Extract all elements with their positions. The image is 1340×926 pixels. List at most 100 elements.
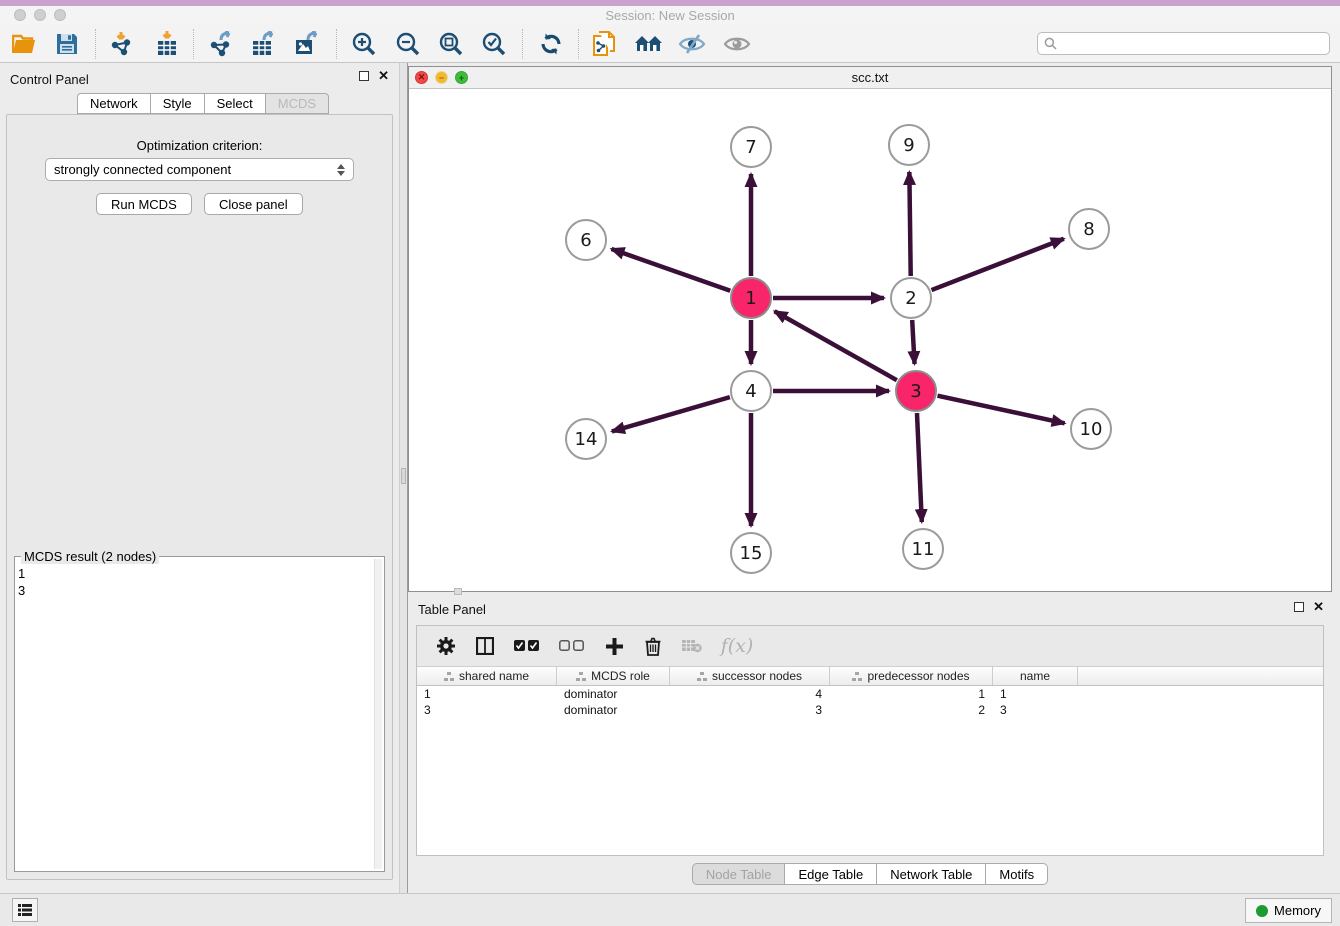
application-window: Session: New Session <box>0 0 1340 926</box>
table-row[interactable]: 3dominator323 <box>417 702 1323 718</box>
graph-node-9[interactable]: 9 <box>888 124 930 166</box>
toolbar-separator <box>522 29 523 59</box>
edge-1-6[interactable] <box>611 249 730 291</box>
search-icon <box>1044 37 1057 50</box>
vertical-splitter[interactable] <box>399 63 408 893</box>
select-all-checkboxes-icon[interactable] <box>513 635 541 657</box>
node-table: shared name MCDS role successor nodesprede… <box>417 667 1323 855</box>
table-cell[interactable]: 4 <box>670 686 830 702</box>
graph-node-7[interactable]: 7 <box>730 126 772 168</box>
network-window-titlebar[interactable]: ✕ − + scc.txt <box>409 67 1331 89</box>
table-cell[interactable]: 3 <box>417 702 557 718</box>
tab-style[interactable]: Style <box>151 93 205 114</box>
tab-node-table[interactable]: Node Table <box>692 863 786 885</box>
column-header-MCDS-role[interactable]: MCDS role <box>557 667 670 685</box>
table-cell[interactable]: 3 <box>993 702 1078 718</box>
horizontal-splitter-grip[interactable] <box>454 588 462 595</box>
table-cell[interactable]: 1 <box>417 686 557 702</box>
column-label: name <box>1020 669 1050 683</box>
column-header-successor-nodes[interactable]: successor nodes <box>670 667 830 685</box>
close-panel-button[interactable]: Close panel <box>204 193 303 215</box>
save-session-icon[interactable] <box>52 30 82 58</box>
window-title: Session: New Session <box>0 8 1340 23</box>
column-header-name[interactable]: name <box>993 667 1078 685</box>
edge-2-3[interactable] <box>912 320 914 364</box>
memory-button[interactable]: Memory <box>1245 898 1332 923</box>
tab-select[interactable]: Select <box>205 93 266 114</box>
export-image-icon[interactable] <box>292 30 322 58</box>
splitter-grip[interactable] <box>401 468 406 484</box>
table-header-row: shared name MCDS role successor nodesprede… <box>417 667 1323 686</box>
gear-icon[interactable] <box>435 635 457 657</box>
import-table-icon[interactable] <box>152 30 182 58</box>
column-header-shared-name[interactable]: shared name <box>417 667 557 685</box>
tab-edge-table[interactable]: Edge Table <box>785 863 877 885</box>
column-label: MCDS role <box>591 669 650 683</box>
edge-3-10[interactable] <box>937 396 1064 424</box>
search-field[interactable] <box>1037 32 1330 55</box>
tab-network-table[interactable]: Network Table <box>877 863 986 885</box>
zoom-selected-icon[interactable] <box>479 30 509 58</box>
graph-node-14[interactable]: 14 <box>565 418 607 460</box>
tab-mcds[interactable]: MCDS <box>266 93 329 114</box>
zoom-in-icon[interactable] <box>349 30 379 58</box>
result-scrollbar[interactable] <box>374 559 382 869</box>
optimization-criterion-dropdown[interactable]: strongly connected component <box>45 158 354 181</box>
tab-network[interactable]: Network <box>77 93 151 114</box>
list-icon <box>18 904 32 916</box>
float-panel-icon[interactable] <box>359 71 369 81</box>
run-mcds-button[interactable]: Run MCDS <box>96 193 192 215</box>
table-cell[interactable]: dominator <box>557 686 670 702</box>
close-panel-icon[interactable]: ✕ <box>378 71 389 81</box>
table-cell[interactable]: 2 <box>830 702 993 718</box>
graph-node-10[interactable]: 10 <box>1070 408 1112 450</box>
table-row[interactable]: 1dominator411 <box>417 686 1323 702</box>
zoom-out-icon[interactable] <box>393 30 423 58</box>
graph-node-1[interactable]: 1 <box>730 277 772 319</box>
mcds-panel: Optimization criterion: strongly connect… <box>6 114 393 880</box>
first-neighbors-icon[interactable] <box>634 30 664 58</box>
graph-node-4[interactable]: 4 <box>730 370 772 412</box>
float-table-panel-icon[interactable] <box>1294 602 1304 612</box>
graph-node-8[interactable]: 8 <box>1068 208 1110 250</box>
graph-node-2[interactable]: 2 <box>890 277 932 319</box>
network-view-window: ✕ − + scc.txt 7 9 6 8 1 2 4 3 14 10 15 11 <box>408 66 1332 592</box>
graph-node-6[interactable]: 6 <box>565 219 607 261</box>
column-type-icon <box>852 672 862 681</box>
dropdown-stepper-icon <box>337 164 345 176</box>
edge-3-1[interactable] <box>775 311 897 380</box>
add-column-icon[interactable] <box>603 635 625 657</box>
memory-label: Memory <box>1274 903 1321 918</box>
task-history-button[interactable] <box>12 898 38 922</box>
graph-node-3[interactable]: 3 <box>895 370 937 412</box>
table-cell[interactable]: 1 <box>830 686 993 702</box>
graph-node-11[interactable]: 11 <box>902 528 944 570</box>
show-all-icon[interactable] <box>722 30 752 58</box>
table-cell[interactable]: 1 <box>993 686 1078 702</box>
new-network-from-selection-icon[interactable] <box>590 30 620 58</box>
table-cell[interactable]: 3 <box>670 702 830 718</box>
graph-node-15[interactable]: 15 <box>730 532 772 574</box>
edge-2-8[interactable] <box>932 239 1064 290</box>
open-file-icon[interactable] <box>10 30 40 58</box>
search-input[interactable] <box>1061 37 1329 51</box>
mcds-result-text[interactable]: 1 3 <box>18 565 372 868</box>
edge-3-11[interactable] <box>917 413 922 522</box>
column-header-predecessor-nodes[interactable]: predecessor nodes <box>830 667 993 685</box>
table-cell[interactable]: dominator <box>557 702 670 718</box>
close-table-panel-icon[interactable]: ✕ <box>1313 602 1324 612</box>
export-network-icon[interactable] <box>205 30 235 58</box>
delete-icon[interactable] <box>642 635 664 657</box>
import-network-icon[interactable] <box>106 30 136 58</box>
network-canvas[interactable]: 7 9 6 8 1 2 4 3 14 10 15 11 <box>409 89 1331 591</box>
column-layout-icon[interactable] <box>474 635 496 657</box>
edge-4-14[interactable] <box>612 397 730 431</box>
edge-2-9[interactable] <box>909 172 910 276</box>
hide-selected-icon[interactable] <box>677 30 707 58</box>
deselect-checkboxes-icon[interactable] <box>558 635 586 657</box>
zoom-fit-icon[interactable] <box>436 30 466 58</box>
refresh-layout-icon[interactable] <box>536 30 566 58</box>
tab-motifs[interactable]: Motifs <box>986 863 1048 885</box>
export-table-icon[interactable] <box>249 30 279 58</box>
table-tabs: Node Table Edge Table Network Table Moti… <box>408 863 1332 885</box>
